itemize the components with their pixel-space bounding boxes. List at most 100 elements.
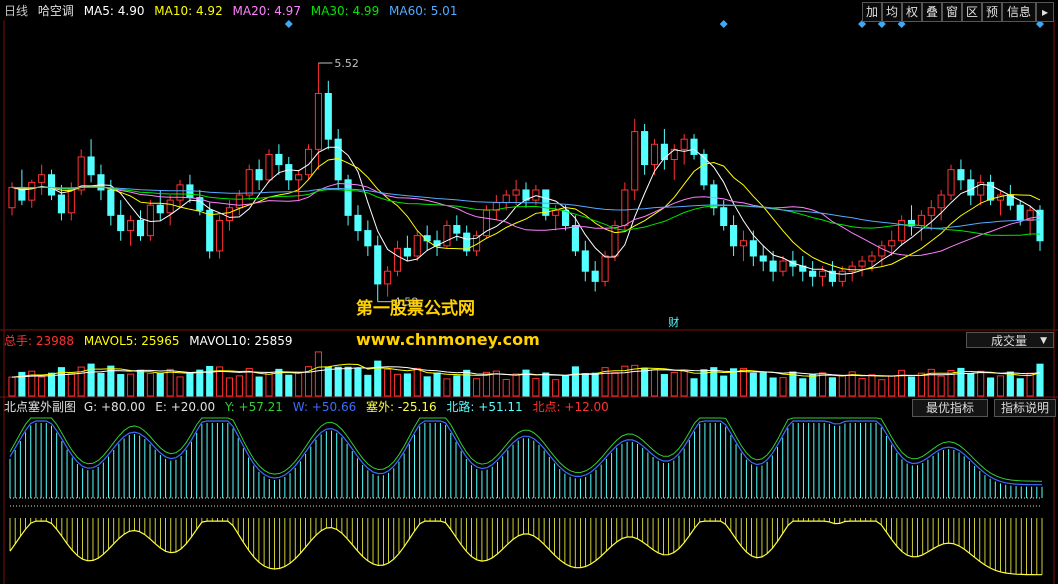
volume-bar — [423, 376, 431, 397]
toolbar-button-4[interactable]: 窗 — [942, 2, 962, 22]
candle-body — [413, 235, 421, 257]
volume-bar — [581, 373, 589, 397]
chart-canvas: 5.524.58财 — [0, 20, 1058, 584]
candle-body — [384, 270, 392, 285]
candle-body — [235, 194, 243, 209]
indicator-name: 北点塞外副图 — [4, 400, 77, 414]
volume-bar — [1006, 371, 1014, 397]
volume-bar — [868, 374, 876, 397]
volume-bar — [413, 367, 421, 397]
candle-body — [482, 209, 491, 237]
indicator-beilu: 北路: +51.11 — [446, 400, 523, 414]
toolbar-button-7[interactable]: 信息 — [1002, 2, 1036, 22]
candle-body — [225, 207, 234, 221]
volume-bar — [996, 375, 1005, 397]
candle-body — [38, 174, 46, 183]
candle-body — [77, 156, 85, 191]
candle-body — [601, 255, 609, 282]
candle-body — [107, 189, 115, 216]
candle-body — [344, 179, 352, 216]
volume-bar — [127, 373, 135, 397]
volume-bar — [463, 369, 471, 397]
volume-bar — [245, 368, 253, 397]
volume-bar — [690, 378, 698, 397]
candle-body — [591, 270, 599, 282]
volume-bar — [809, 374, 817, 397]
candle-body — [650, 143, 659, 166]
volume-bar — [660, 374, 668, 397]
candle-body — [453, 225, 461, 234]
candle-body — [927, 207, 935, 216]
indicator-selector-label: 成交量 — [991, 334, 1028, 348]
candle-body — [166, 199, 174, 214]
candle-body — [611, 225, 619, 257]
candle-body — [374, 245, 382, 285]
volume-bar — [146, 373, 154, 397]
volume-bar — [779, 377, 787, 397]
volume-bar — [196, 369, 204, 397]
candle-body — [512, 189, 520, 196]
toolbar-button-3[interactable]: 叠 — [922, 2, 942, 22]
volume-bar — [285, 374, 293, 397]
candle-body — [581, 250, 589, 272]
candle-body — [176, 184, 184, 201]
volume-bar — [156, 372, 164, 397]
candle-body — [937, 194, 945, 209]
candle-body — [156, 204, 164, 214]
toolbar-button-5[interactable]: 区 — [962, 2, 982, 22]
mavol5-value: MAVOL5: 25965 — [83, 334, 180, 348]
volume-bar — [354, 368, 362, 397]
volume-bar — [225, 377, 234, 397]
volume-bar — [888, 375, 896, 397]
watermark-title: 第一股票公式网 — [356, 299, 475, 319]
volume-bar — [759, 372, 767, 397]
volume-bar — [907, 376, 916, 397]
volume-bar — [591, 372, 599, 397]
volume-bar — [255, 376, 263, 397]
candle-body — [324, 92, 332, 140]
chevron-right-icon[interactable]: ▸ — [1036, 2, 1054, 22]
volume-bar — [987, 377, 995, 397]
candle-body — [393, 247, 402, 272]
volume-bar — [789, 371, 797, 397]
chevron-down-icon: ▼ — [1040, 336, 1047, 346]
volume-bar — [374, 360, 382, 397]
indicator-saiwai-line — [9, 520, 1042, 576]
volume-bar — [8, 376, 16, 397]
toolbar-button-0[interactable]: 加 — [862, 2, 882, 22]
indicator-help-button[interactable]: 指标说明 — [994, 399, 1056, 417]
indicator-selector[interactable]: 成交量 ▼ — [966, 332, 1054, 348]
volume-bar — [38, 376, 46, 397]
candle-body — [8, 186, 16, 209]
candle-body — [690, 138, 698, 155]
volume-bar — [97, 372, 105, 397]
volume-bar — [571, 366, 579, 397]
volume-bar — [176, 376, 184, 397]
best-indicator-button[interactable]: 最优指标 — [912, 399, 988, 417]
volume-bar — [799, 378, 807, 397]
watermark-url: www.chnmoney.com — [356, 330, 540, 349]
volume-bar — [552, 379, 560, 397]
ma10-line — [11, 157, 1041, 271]
toolbar-button-2[interactable]: 权 — [902, 2, 922, 22]
volume-bar — [502, 379, 510, 397]
indicator-header: 北点塞外副图 G: +80.00 E: +20.00 Y: +57.21 W: … — [4, 399, 615, 415]
volume-bar — [265, 371, 273, 397]
candle-body — [403, 247, 411, 257]
volume-bar — [542, 372, 550, 397]
indicator-y: Y: +57.21 — [224, 400, 283, 414]
stock-name: 哈空调 — [37, 4, 74, 18]
candle-body — [759, 255, 767, 262]
candle-body — [621, 189, 629, 227]
volume-bar — [878, 379, 886, 397]
candle-body — [532, 189, 540, 201]
volume-bar — [384, 368, 392, 397]
volume-bar — [482, 371, 491, 397]
candle-body — [295, 174, 303, 181]
candle-body — [67, 189, 75, 214]
period-label[interactable]: 日线 — [4, 4, 28, 18]
toolbar-button-6[interactable]: 预 — [982, 2, 1002, 22]
candle-body — [57, 194, 65, 214]
ma60-value: MA60: 5.01 — [389, 4, 458, 18]
toolbar-button-1[interactable]: 均 — [882, 2, 902, 22]
